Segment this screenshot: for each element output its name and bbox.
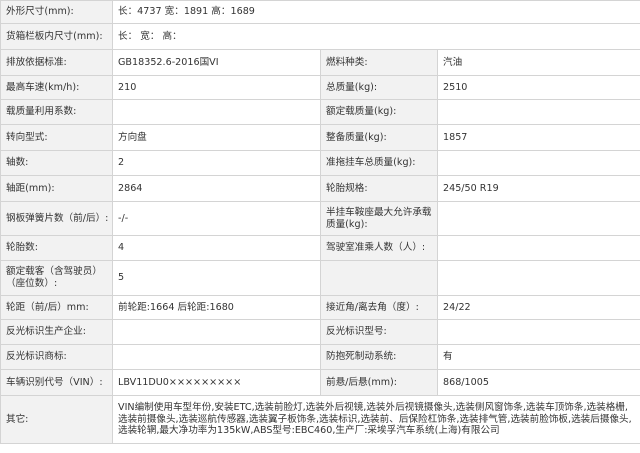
table-row: 排放依据标准: GB18352.6-2016国VI 燃料种类: 汽油 bbox=[0, 49, 640, 76]
row-label: 反光标识商标: bbox=[0, 344, 113, 370]
row-value: 24/22 bbox=[436, 295, 640, 320]
table-row: 最高车速(km/h): 210 总质量(kg): 2510 bbox=[0, 75, 640, 100]
row-value: 2 bbox=[112, 150, 321, 176]
row-label: 钢板弹簧片数（前/后）: bbox=[0, 201, 113, 236]
row-value bbox=[112, 99, 321, 125]
row-label: 总质量(kg): bbox=[320, 75, 438, 100]
row-value: -/- bbox=[112, 201, 321, 236]
row-label: 反光标识型号: bbox=[320, 319, 438, 345]
table-row: 货箱栏板内尺寸(mm): 长： 宽： 高： bbox=[0, 23, 640, 50]
row-value bbox=[112, 344, 321, 370]
row-value: 长： 宽： 高： bbox=[111, 23, 640, 50]
row-label: 反光标识生产企业: bbox=[0, 319, 113, 345]
row-label: 排放依据标准: bbox=[0, 49, 113, 76]
row-value bbox=[112, 319, 321, 345]
row-value: 2510 bbox=[436, 75, 640, 100]
row-label: 转向型式: bbox=[0, 124, 113, 151]
table-row: 轴数: 2 准拖挂车总质量(kg): bbox=[0, 150, 640, 176]
other-label: 其它: bbox=[0, 395, 113, 444]
row-label: 额定载客（含驾驶员）（座位数）: bbox=[0, 260, 113, 296]
row-label: 货箱栏板内尺寸(mm): bbox=[0, 23, 113, 50]
row-value: 1857 bbox=[436, 124, 640, 151]
row-label: 轮胎数: bbox=[0, 235, 113, 261]
row-value: 210 bbox=[112, 75, 321, 100]
row-label: 轮胎规格: bbox=[320, 175, 438, 202]
row-value: 有 bbox=[436, 344, 640, 370]
table-row-other: 其它: VIN编制使用车型年份,安装ETC,选装前脸灯,选装外后视镜,选装外后视… bbox=[0, 395, 640, 444]
row-value: 245/50 R19 bbox=[436, 175, 640, 202]
row-value bbox=[436, 99, 640, 125]
row-label: 外形尺寸(mm): bbox=[0, 0, 113, 24]
row-label: 轴数: bbox=[0, 150, 113, 176]
table-row: 车辆识别代号（VIN）: LBV11DU0××××××××× 前悬/后悬(mm)… bbox=[0, 369, 640, 396]
table-row: 反光标识商标: 防抱死制动系统: 有 bbox=[0, 344, 640, 370]
table-row: 反光标识生产企业: 反光标识型号: bbox=[0, 319, 640, 345]
row-value: 长：4737 宽：1891 高：1689 bbox=[111, 0, 640, 24]
row-value bbox=[436, 235, 640, 261]
row-value bbox=[436, 260, 640, 296]
row-value: 方向盘 bbox=[112, 124, 321, 151]
row-label: 准拖挂车总质量(kg): bbox=[320, 150, 438, 176]
table-row: 轮距（前/后）mm: 前轮距:1664 后轮距:1680 接近角/离去角（度）:… bbox=[0, 295, 640, 320]
row-label: 轴距(mm): bbox=[0, 175, 113, 202]
row-label: 额定载质量(kg): bbox=[320, 99, 438, 125]
table-row: 钢板弹簧片数（前/后）: -/- 半挂车鞍座最大允许承载质量(kg): bbox=[0, 201, 640, 236]
row-value: 汽油 bbox=[436, 49, 640, 76]
row-label: 防抱死制动系统: bbox=[320, 344, 438, 370]
table-row: 载质量利用系数: 额定载质量(kg): bbox=[0, 99, 640, 125]
vehicle-spec-table: 外形尺寸(mm): 长：4737 宽：1891 高：1689 货箱栏板内尺寸(m… bbox=[0, 0, 640, 444]
row-label: 车辆识别代号（VIN）: bbox=[0, 369, 113, 396]
row-label: 载质量利用系数: bbox=[0, 99, 113, 125]
row-label: 燃料种类: bbox=[320, 49, 438, 76]
row-value: 4 bbox=[112, 235, 321, 261]
table-row: 外形尺寸(mm): 长：4737 宽：1891 高：1689 bbox=[0, 0, 640, 24]
row-value bbox=[436, 150, 640, 176]
row-value: LBV11DU0××××××××× bbox=[112, 369, 321, 396]
row-label: 半挂车鞍座最大允许承载质量(kg): bbox=[320, 201, 438, 236]
row-label: 驾驶室准乘人数（人）: bbox=[320, 235, 438, 261]
table-row: 轴距(mm): 2864 轮胎规格: 245/50 R19 bbox=[0, 175, 640, 202]
row-value bbox=[436, 201, 640, 236]
table-row: 轮胎数: 4 驾驶室准乘人数（人）: bbox=[0, 235, 640, 261]
table-row: 额定载客（含驾驶员）（座位数）: 5 bbox=[0, 260, 640, 296]
row-label: 最高车速(km/h): bbox=[0, 75, 113, 100]
row-value bbox=[436, 319, 640, 345]
table-row: 转向型式: 方向盘 整备质量(kg): 1857 bbox=[0, 124, 640, 151]
row-value: GB18352.6-2016国VI bbox=[112, 49, 321, 76]
row-label: 接近角/离去角（度）: bbox=[320, 295, 438, 320]
row-value: 前轮距:1664 后轮距:1680 bbox=[112, 295, 321, 320]
row-label: 整备质量(kg): bbox=[320, 124, 438, 151]
row-value: 5 bbox=[112, 260, 321, 296]
row-label: 轮距（前/后）mm: bbox=[0, 295, 113, 320]
row-value: 868/1005 bbox=[436, 369, 640, 396]
row-label: 前悬/后悬(mm): bbox=[320, 369, 438, 396]
other-value: VIN编制使用车型年份,安装ETC,选装前脸灯,选装外后视镜,选装外后视镜摄像头… bbox=[111, 395, 640, 444]
row-label bbox=[320, 260, 438, 296]
row-value: 2864 bbox=[112, 175, 321, 202]
